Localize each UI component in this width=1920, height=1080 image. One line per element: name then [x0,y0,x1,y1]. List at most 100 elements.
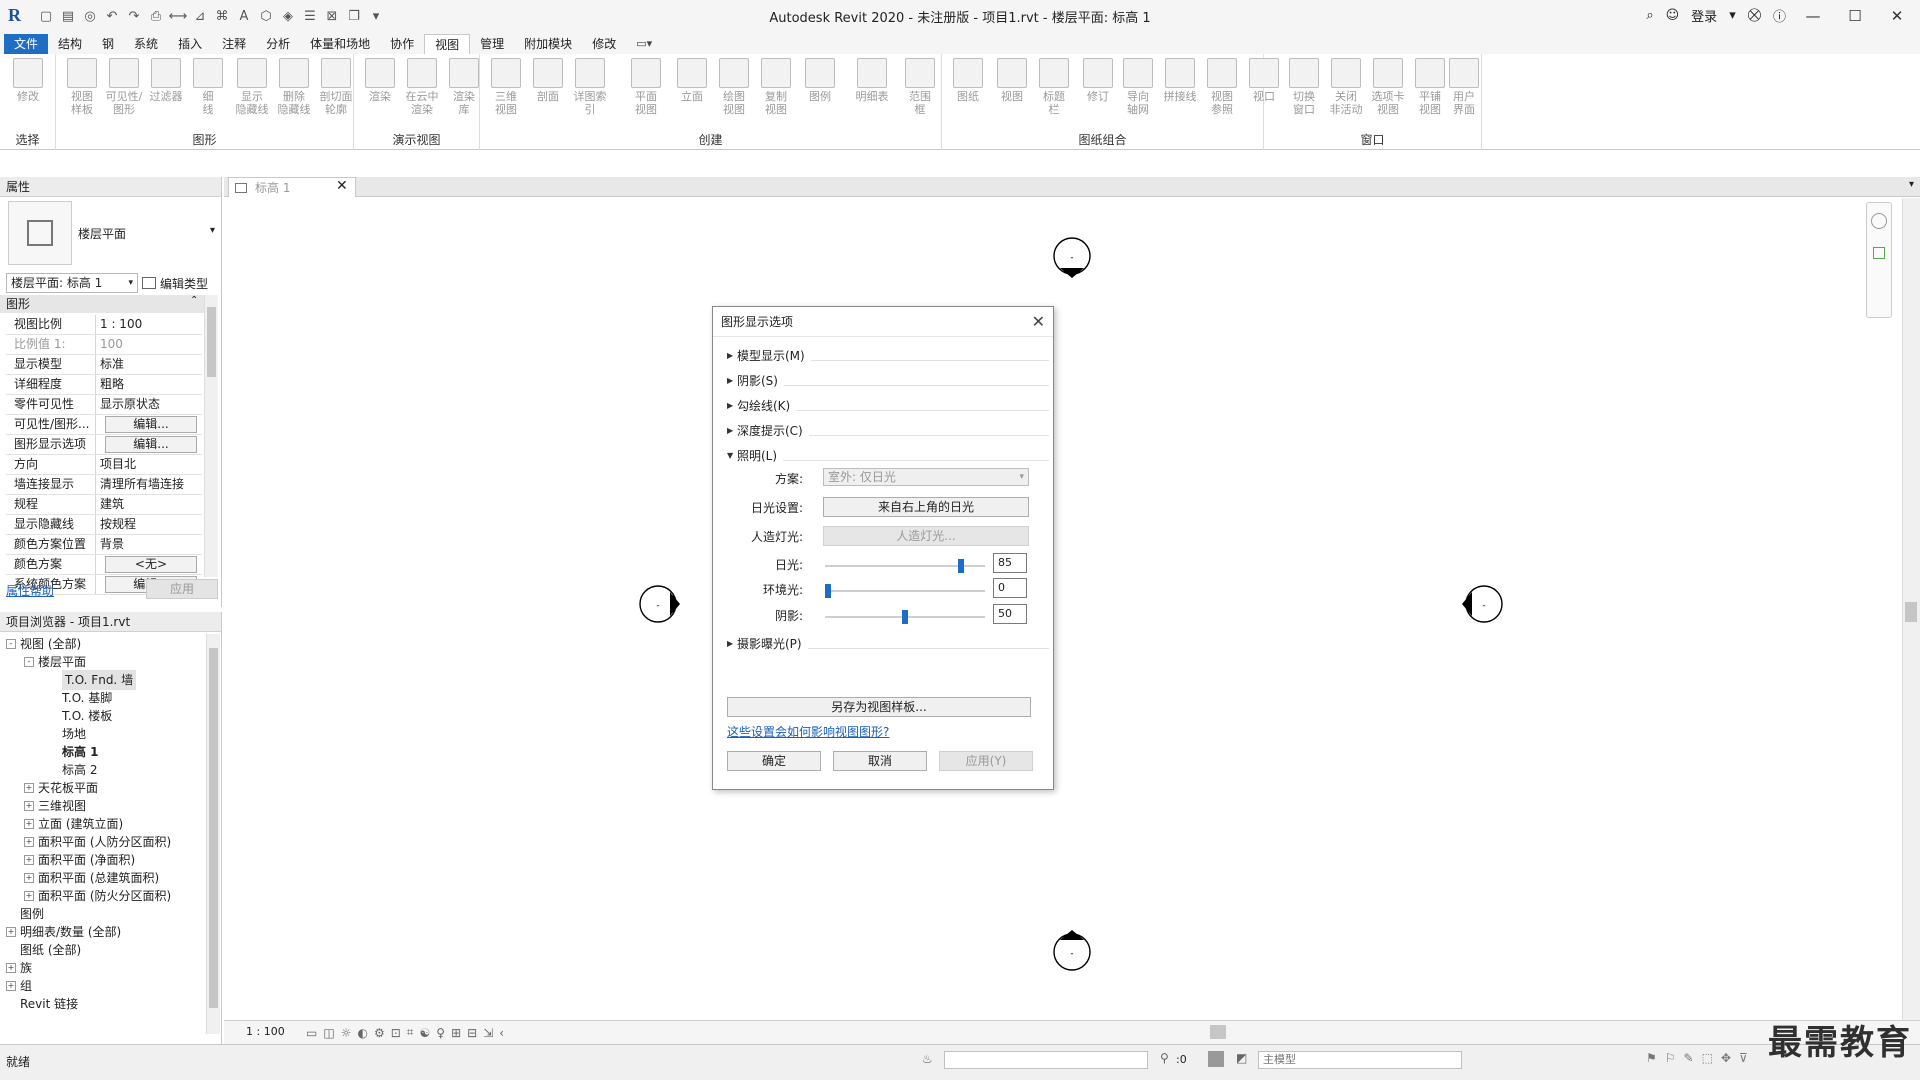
design-options-icon[interactable]: ⚲ [1160,1051,1169,1065]
properties-scrollbar[interactable] [204,295,218,577]
user-icon[interactable]: ☺ [1666,8,1680,23]
shadow-slider[interactable] [825,610,985,624]
browser-item[interactable]: T.O. Fnd. 墙 [62,670,137,690]
property-value[interactable]: 1 : 100 [96,315,202,334]
browser-item[interactable]: + 三维视图 [24,796,86,816]
ok-button[interactable]: 确定 [727,751,821,771]
chevron-down-icon[interactable]: ▾ [1729,8,1736,23]
browser-item[interactable]: + 天花板平面 [24,778,98,798]
tab-2[interactable]: 钢 [92,34,124,54]
tab-5[interactable]: 注释 [212,34,256,54]
drag-icon[interactable]: ✥ [1721,1051,1731,1065]
expand-icon[interactable]: + [6,927,16,937]
ribbon-button-30[interactable]: 关闭 非活动 [1326,58,1366,116]
section-photographic-exposure[interactable]: ▶ 摄影曝光(P) [727,635,1049,651]
sync-icon[interactable]: ◎ [80,6,100,26]
dialog-close-icon[interactable]: ✕ [1032,307,1045,337]
collapse-icon[interactable]: - [24,657,34,667]
browser-item[interactable]: 场地 [62,724,86,744]
select-pinned-icon[interactable]: ✎ [1684,1051,1694,1065]
browser-item[interactable]: 图例 [6,904,44,924]
temp-properties-icon[interactable]: ⊞ [451,1026,461,1040]
elevation-marker-east[interactable]: - [1462,585,1503,623]
expand-icon[interactable]: + [24,837,34,847]
ribbon-button-6[interactable]: 删除 隐藏线 [274,58,314,116]
browser-item[interactable]: - 视图 (全部) [6,634,81,654]
tab-1[interactable]: 结构 [48,34,92,54]
view-scale[interactable]: 1 : 100 [246,1025,285,1038]
save-icon[interactable]: ▤ [58,6,78,26]
ribbon-button-22[interactable]: 视图 [992,58,1032,103]
workset-select[interactable] [944,1051,1148,1069]
graphics-section-header[interactable]: 图形 [0,295,204,313]
property-value[interactable]: 100 [96,335,202,354]
print-icon[interactable]: ⎙ [146,6,166,26]
property-edit-button[interactable]: <无> [105,556,197,573]
type-dropdown-icon[interactable]: ▾ [210,225,215,236]
worksets-icon[interactable]: ♨ [922,1052,933,1066]
ribbon-button-3[interactable]: 过滤器 [146,58,186,103]
ribbon-button-15[interactable]: 立面 [672,58,712,103]
browser-scrollbar[interactable] [206,634,220,1034]
expand-icon[interactable]: + [24,873,34,883]
property-value[interactable]: <无> [96,555,202,574]
expand-icon[interactable]: + [24,801,34,811]
browser-item[interactable]: + 立面 (建筑立面) [24,814,123,834]
browser-item[interactable]: + 面积平面 (人防分区面积) [24,832,171,852]
property-edit-button[interactable]: 编辑... [105,416,197,433]
ribbon-button-29[interactable]: 切换 窗口 [1284,58,1324,116]
revit-logo-icon[interactable]: R [8,5,26,25]
binoculars-icon[interactable]: ⌕ [1646,8,1653,23]
expand-icon[interactable]: + [24,891,34,901]
browser-item[interactable]: 标高 1 [62,742,99,762]
ribbon-button-10[interactable]: 渲染 库 [444,58,484,116]
select-underlay-icon[interactable]: ⚐ [1665,1051,1676,1065]
help-link[interactable]: 这些设置会如何影响视图图形? [727,723,889,740]
expand-icon[interactable]: + [6,963,16,973]
ribbon-button-14[interactable]: 平面 视图 [626,58,666,116]
constraints-icon[interactable]: ⇲ [483,1026,493,1040]
properties-help-link[interactable]: 属性帮助 [6,582,54,599]
slider-thumb[interactable] [902,610,908,624]
ribbon-button-8[interactable]: 渲染 [360,58,400,103]
maximize-button[interactable]: ☐ [1840,7,1870,25]
thin-lines-icon[interactable]: ☰ [300,6,320,26]
editable-only-icon[interactable] [1208,1051,1224,1067]
browser-item[interactable]: 标高 2 [62,760,97,780]
browser-item[interactable]: Revit 链接 [6,994,78,1014]
ribbon-button-19[interactable]: 明细表 [852,58,892,103]
undo-icon[interactable]: ↶ [102,6,122,26]
ribbon-button-4[interactable]: 细 线 [188,58,228,116]
tab-8[interactable]: 协作 [380,34,424,54]
section-icon[interactable]: ◈ [278,6,298,26]
analytical-icon[interactable]: ⊟ [467,1026,477,1040]
scroll-left-icon[interactable]: ‹ [499,1026,504,1040]
ribbon-button-33[interactable]: 用户 界面 [1444,58,1484,116]
reveal-hidden-icon[interactable]: ♀ [436,1026,445,1040]
ambient-value-input[interactable]: 0 [993,578,1027,598]
property-value[interactable]: 背景 [96,535,202,554]
ribbon-button-0[interactable]: 修改 [8,58,48,103]
browser-item[interactable]: + 组 [6,976,32,996]
ribbon-button-25[interactable]: 导向 轴网 [1118,58,1158,116]
ribbon-button-18[interactable]: 图例 [800,58,840,103]
slider-thumb[interactable] [958,559,964,573]
close-tab-icon[interactable]: ✕ [336,178,348,194]
filter-icon[interactable]: ⊽ [1739,1051,1748,1065]
collapse-icon[interactable]: ⌃ [190,295,198,306]
sun-value-input[interactable]: 85 [993,553,1027,573]
artificial-lights-button[interactable]: 人造灯光... [823,526,1029,546]
customize-qat-icon[interactable]: ▾ [366,6,386,26]
tag-icon[interactable]: ⌘ [212,6,232,26]
detail-level-icon[interactable]: ▭ [306,1026,317,1040]
design-option-select[interactable]: 主模型 [1258,1051,1462,1069]
browser-item[interactable]: T.O. 基脚 [62,688,112,708]
cancel-button[interactable]: 取消 [833,751,927,771]
close-button[interactable]: ✕ [1882,7,1912,25]
ribbon-button-1[interactable]: 视图 样板 [62,58,102,116]
property-value[interactable]: 项目北 [96,455,202,474]
design-option-icon[interactable]: ◩ [1236,1051,1247,1065]
property-value[interactable]: 粗略 [96,375,202,394]
sun-slider[interactable] [825,559,985,573]
ribbon-button-7[interactable]: 剖切面 轮廓 [316,58,356,116]
